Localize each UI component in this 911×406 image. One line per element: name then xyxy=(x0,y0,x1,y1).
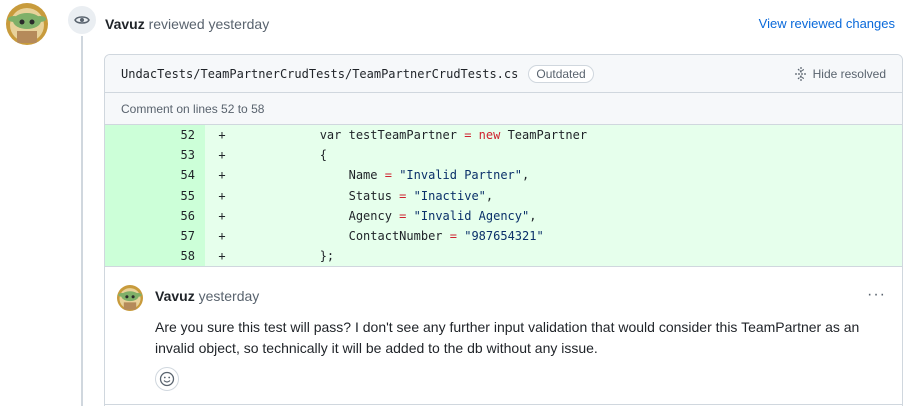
diff-sign: + xyxy=(218,168,226,183)
diff-row: 52 + var testTeamPartner = new TeamPartne… xyxy=(105,125,902,146)
diff-hunk: 52 + var testTeamPartner = new TeamPartne… xyxy=(105,125,902,267)
line-number[interactable]: 55 xyxy=(105,185,205,206)
review-header: Vavuz reviewed yesterday xyxy=(105,16,269,32)
diff-code: Name = "Invalid Partner", xyxy=(233,168,530,183)
diff-code: var testTeamPartner = new TeamPartner xyxy=(233,128,588,143)
diff-code: }; xyxy=(233,249,335,264)
line-number[interactable]: 56 xyxy=(105,205,205,226)
diff-code: Status = "Inactive", xyxy=(233,188,494,203)
line-number[interactable]: 53 xyxy=(105,145,205,166)
view-reviewed-changes-link[interactable]: View reviewed changes xyxy=(759,16,895,31)
comment-avatar[interactable] xyxy=(117,285,143,312)
diff-row: 58 + }; xyxy=(105,246,902,267)
hide-resolved-button[interactable]: Hide resolved xyxy=(794,66,886,81)
review-action-time: reviewed yesterday xyxy=(148,16,270,32)
line-number[interactable]: 58 xyxy=(105,246,205,267)
eye-icon xyxy=(66,4,98,36)
unfold-icon xyxy=(794,66,807,81)
outdated-badge: Outdated xyxy=(528,64,594,83)
diff-code: ContactNumber = "987654321" xyxy=(233,229,544,244)
diff-row: 57 + ContactNumber = "987654321" xyxy=(105,225,902,247)
avatar[interactable] xyxy=(6,3,48,45)
review-comment: Vavuz yesterday ··· Are you sure this te… xyxy=(105,266,902,406)
comment-time[interactable]: yesterday xyxy=(199,288,260,304)
file-path[interactable]: UndacTests/TeamPartnerCrudTests/TeamPart… xyxy=(121,67,518,81)
diff-row: 54 + Name = "Invalid Partner", xyxy=(105,165,902,186)
diff-row: 56 + Agency = "Invalid Agency", xyxy=(105,205,902,226)
thread-file-header: UndacTests/TeamPartnerCrudTests/TeamPart… xyxy=(105,55,902,93)
diff-sign: + xyxy=(218,208,226,223)
diff-sign: + xyxy=(218,128,226,143)
diff-sign: + xyxy=(218,229,226,244)
diff-code: Agency = "Invalid Agency", xyxy=(233,208,537,223)
diff-sign: + xyxy=(218,188,226,203)
review-author[interactable]: Vavuz xyxy=(105,16,145,32)
timeline-line xyxy=(81,36,83,406)
line-number[interactable]: 54 xyxy=(105,165,205,186)
comment-header: Vavuz yesterday xyxy=(155,288,259,304)
diff-code: { xyxy=(233,148,327,163)
hide-resolved-label: Hide resolved xyxy=(812,66,886,81)
diff-sign: + xyxy=(218,249,226,264)
comment-author[interactable]: Vavuz xyxy=(155,288,195,304)
comment-lines-label: Comment on lines 52 to 58 xyxy=(105,93,902,125)
comment-body: Are you sure this test will pass? I don'… xyxy=(155,319,860,357)
diff-sign: + xyxy=(218,148,226,163)
diff-row: 53 + { xyxy=(105,145,902,166)
review-thread: UndacTests/TeamPartnerCrudTests/TeamPart… xyxy=(104,54,903,406)
line-number[interactable]: 57 xyxy=(105,225,205,247)
thread-divider xyxy=(105,404,902,405)
kebab-icon[interactable]: ··· xyxy=(867,286,886,304)
diff-row: 55 + Status = "Inactive", xyxy=(105,185,902,206)
line-number[interactable]: 52 xyxy=(105,125,205,146)
smiley-icon[interactable] xyxy=(155,367,179,392)
